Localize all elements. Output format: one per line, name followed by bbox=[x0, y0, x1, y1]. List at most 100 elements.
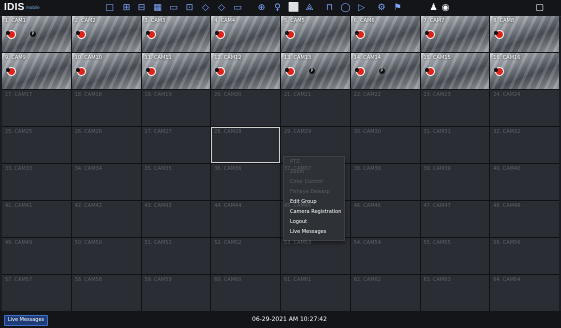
camera-tile[interactable]: 50. CAM50 bbox=[71, 238, 141, 274]
user-icon[interactable]: ♟ bbox=[428, 3, 439, 13]
alarm-icon[interactable]: ♀ bbox=[272, 3, 283, 13]
camera-tile[interactable]: 32. CAM32 bbox=[490, 127, 559, 163]
menu-item-camera-registration[interactable]: Camera Registration bbox=[290, 209, 341, 215]
camera-tile[interactable]: 39. CAM39 bbox=[420, 164, 490, 200]
camera-tile[interactable]: 51. CAM51 bbox=[141, 238, 211, 274]
recording-icon bbox=[75, 30, 86, 39]
camera-tile[interactable]: 49. CAM49 bbox=[2, 238, 71, 274]
camera-tile[interactable]: 22. CAM22 bbox=[350, 90, 420, 126]
layout-1x1-icon[interactable]: □ bbox=[104, 3, 115, 13]
camera-tile[interactable]: 6. CAM6 bbox=[350, 16, 420, 52]
camera-label: 21. CAM21 bbox=[284, 92, 312, 98]
camera-tile[interactable]: 40. CAM40 bbox=[490, 164, 559, 200]
camera-tile[interactable]: 21. CAM21 bbox=[281, 90, 350, 126]
camera-tile[interactable]: 57. CAM57 bbox=[2, 275, 71, 311]
camera-tile[interactable]: 25. CAM25 bbox=[2, 127, 71, 163]
next-icon[interactable]: ◇ bbox=[216, 3, 227, 13]
camera-tile[interactable]: 60. CAM60 bbox=[211, 275, 280, 311]
camera-tile[interactable]: 2. CAM2 bbox=[71, 16, 141, 52]
camera-tile[interactable]: 13. CAM13 P bbox=[281, 53, 350, 89]
camera-tile[interactable]: 53. CAM53 bbox=[281, 238, 350, 274]
layout-3x3-icon[interactable]: ⊟ bbox=[136, 3, 147, 13]
camera-tile[interactable]: 62. CAM62 bbox=[350, 275, 420, 311]
camera-tile[interactable]: 63. CAM63 bbox=[420, 275, 490, 311]
camera-label: 60. CAM60 bbox=[214, 277, 242, 283]
recording-icon bbox=[285, 67, 295, 76]
camera-icon[interactable]: ⊓ bbox=[324, 3, 335, 13]
camera-tile[interactable]: 31. CAM31 bbox=[420, 127, 490, 163]
camera-tile[interactable]: 36. CAM36 bbox=[211, 164, 280, 200]
sequence-icon[interactable]: ⊡ bbox=[184, 3, 195, 13]
ptz-icon[interactable]: ⟁ bbox=[304, 3, 315, 13]
tools-icon[interactable]: ⚑ bbox=[392, 3, 403, 13]
camera-status-icon bbox=[145, 31, 150, 35]
camera-tile[interactable]: 48. CAM48 bbox=[490, 201, 559, 237]
settings-icon[interactable]: ⚙ bbox=[376, 3, 387, 13]
camera-tile[interactable]: 8. CAM8 bbox=[490, 16, 559, 52]
camera-tile[interactable]: 9. CAM9 bbox=[2, 53, 71, 89]
camera-tile[interactable]: 47. CAM47 bbox=[420, 201, 490, 237]
search-icon[interactable]: ◯ bbox=[340, 3, 351, 13]
camera-tile[interactable]: 38. CAM38 bbox=[350, 164, 420, 200]
camera-tile[interactable]: 41. CAM41 bbox=[2, 201, 71, 237]
camera-tile[interactable]: 26. CAM26 bbox=[71, 127, 141, 163]
camera-tile[interactable]: 4. CAM4 bbox=[211, 16, 280, 52]
camera-tile[interactable]: 59. CAM59 bbox=[141, 275, 211, 311]
camera-status-icon bbox=[494, 68, 499, 72]
copy-icon[interactable]: ⬜ bbox=[288, 3, 299, 13]
camera-tile[interactable]: 55. CAM55 bbox=[420, 238, 490, 274]
camera-tile[interactable]: 19. CAM19 bbox=[141, 90, 211, 126]
recording-icon bbox=[145, 67, 156, 76]
camera-tile[interactable]: 5. CAM5 bbox=[281, 16, 350, 52]
camera-tile[interactable]: 10. CAM10 bbox=[71, 53, 141, 89]
record-icon[interactable]: ⊕ bbox=[256, 3, 267, 13]
camera-tile[interactable]: 24. CAM24 bbox=[490, 90, 559, 126]
live-messages-button[interactable]: Live Messages bbox=[4, 315, 48, 326]
camera-tile[interactable]: 30. CAM30 bbox=[350, 127, 420, 163]
camera-tile[interactable]: 14. CAM14 P bbox=[350, 53, 420, 89]
layout-4x4-icon[interactable]: ▦ bbox=[152, 3, 163, 13]
globe-icon[interactable]: ◉ bbox=[440, 3, 451, 13]
menu-item-live-messages[interactable]: Live Messages bbox=[290, 229, 326, 235]
camera-label: 1. CAM1 bbox=[5, 18, 26, 24]
layout-2x2-icon[interactable]: ⊞ bbox=[121, 3, 132, 13]
camera-tile[interactable]: 20. CAM20 bbox=[211, 90, 280, 126]
camera-tile[interactable]: 43. CAM43 bbox=[141, 201, 211, 237]
camera-label: 40. CAM40 bbox=[493, 166, 521, 172]
layout-custom-icon[interactable]: ▭ bbox=[168, 3, 179, 13]
camera-tile[interactable]: 42. CAM42 bbox=[71, 201, 141, 237]
camera-tile[interactable]: 44. CAM44 bbox=[211, 201, 280, 237]
recording-icon bbox=[6, 30, 16, 39]
camera-status-icon bbox=[75, 68, 80, 72]
camera-tile[interactable]: 18. CAM18 bbox=[71, 90, 141, 126]
camera-tile[interactable]: 58. CAM58 bbox=[71, 275, 141, 311]
camera-label: 3. CAM3 bbox=[144, 18, 166, 24]
camera-tile[interactable]: 64. CAM64 bbox=[490, 275, 559, 311]
camera-tile[interactable]: 16. CAM16 bbox=[490, 53, 559, 89]
camera-tile[interactable]: 1. CAM1 P bbox=[2, 16, 71, 52]
camera-tile[interactable]: 35. CAM35 bbox=[141, 164, 211, 200]
camera-tile[interactable]: 34. CAM34 bbox=[71, 164, 141, 200]
camera-tile[interactable]: 23. CAM23 bbox=[420, 90, 490, 126]
camera-tile[interactable]: 12. CAM12 bbox=[211, 53, 280, 89]
camera-label: 12. CAM12 bbox=[214, 55, 242, 61]
window-icon[interactable]: ▢ bbox=[534, 3, 545, 13]
play-icon[interactable]: ▷ bbox=[356, 3, 367, 13]
camera-tile[interactable]: 46. CAM46 bbox=[350, 201, 420, 237]
camera-tile[interactable]: 52. CAM52 bbox=[211, 238, 280, 274]
camera-tile[interactable]: 17. CAM17 bbox=[2, 90, 71, 126]
camera-tile[interactable]: 11. CAM11 bbox=[141, 53, 211, 89]
camera-tile[interactable]: 61. CAM61 bbox=[281, 275, 350, 311]
fullscreen-icon[interactable]: ▭ bbox=[232, 3, 243, 13]
camera-tile[interactable]: 3. CAM3 bbox=[141, 16, 211, 52]
camera-tile[interactable]: 15. CAM15 bbox=[420, 53, 490, 89]
camera-tile[interactable]: 28. CAM28 bbox=[211, 127, 280, 163]
menu-item-logout[interactable]: Logout bbox=[290, 219, 307, 225]
camera-tile[interactable]: 27. CAM27 bbox=[141, 127, 211, 163]
prev-icon[interactable]: ◇ bbox=[200, 3, 211, 13]
camera-tile[interactable]: 54. CAM54 bbox=[350, 238, 420, 274]
camera-label: 51. CAM51 bbox=[144, 240, 172, 246]
camera-tile[interactable]: 33. CAM33 bbox=[2, 164, 71, 200]
camera-tile[interactable]: 7. CAM7 bbox=[420, 16, 490, 52]
camera-tile[interactable]: 56. CAM56 bbox=[490, 238, 559, 274]
